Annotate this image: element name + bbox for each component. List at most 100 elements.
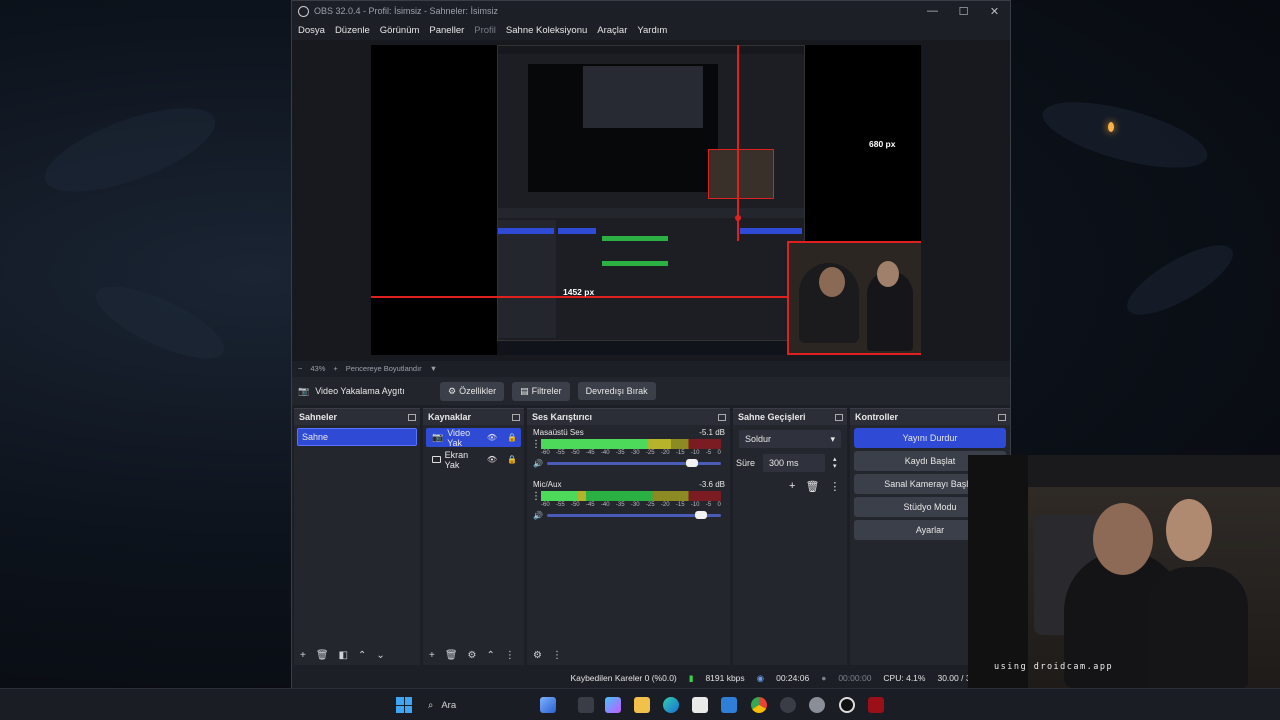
menu-file[interactable]: Dosya bbox=[298, 25, 325, 36]
mixer-settings-icon[interactable]: ⚙ bbox=[533, 650, 542, 661]
more-options-icon[interactable]: ⋮ bbox=[829, 480, 840, 493]
width-label: 1452 px bbox=[563, 287, 595, 297]
stop-streaming-button[interactable]: Yayını Durdur bbox=[854, 428, 1006, 448]
channel-name: Mic/Aux bbox=[533, 480, 562, 489]
start-button[interactable] bbox=[396, 697, 412, 713]
maximize-button[interactable]: ☐ bbox=[948, 5, 979, 18]
mixer-channel: Masaüstü Ses -5.1 dB ⋮ -60 -55 -50 -45 -40 -35… bbox=[527, 425, 730, 477]
more-options-icon[interactable]: ⋮ bbox=[531, 491, 541, 502]
volume-slider[interactable] bbox=[546, 459, 721, 467]
speaker-icon[interactable]: 🔊 bbox=[533, 459, 543, 468]
menu-edit[interactable]: Düzenle bbox=[335, 25, 370, 36]
minimize-button[interactable]: — bbox=[917, 5, 948, 18]
file-explorer-icon[interactable] bbox=[634, 697, 650, 713]
move-up-button[interactable]: ⌃ bbox=[358, 650, 366, 661]
widget-icon[interactable] bbox=[540, 697, 556, 713]
edge-icon[interactable] bbox=[663, 697, 679, 713]
menu-docks[interactable]: Paneller bbox=[429, 25, 464, 36]
tick-label: 0 bbox=[717, 450, 721, 456]
more-options-icon[interactable]: ⋮ bbox=[505, 650, 515, 661]
selected-source-box[interactable] bbox=[787, 241, 921, 355]
menu-profile[interactable]: Profil bbox=[474, 25, 496, 36]
tick-label: -15 bbox=[675, 502, 685, 508]
menu-help[interactable]: Yardım bbox=[637, 25, 667, 36]
gear-icon: ⚙ bbox=[448, 385, 457, 396]
menu-tools[interactable]: Araçlar bbox=[597, 25, 627, 36]
mail-icon[interactable] bbox=[721, 697, 737, 713]
volume-meter bbox=[541, 491, 721, 501]
add-source-button[interactable]: + bbox=[429, 650, 435, 661]
lock-icon[interactable]: 🔒 bbox=[507, 455, 517, 464]
more-options-icon[interactable]: ⋮ bbox=[531, 439, 541, 450]
droidcam-watermark: using droidcam.app bbox=[994, 662, 1114, 672]
add-scene-button[interactable]: + bbox=[300, 650, 306, 661]
properties-button[interactable]: ⚙ Özellikler bbox=[440, 381, 505, 401]
undock-icon[interactable] bbox=[512, 413, 520, 421]
move-down-button[interactable]: ⌄ bbox=[376, 650, 384, 661]
zoom-value: 43% bbox=[310, 363, 326, 373]
undock-icon[interactable] bbox=[408, 413, 416, 421]
record-icon: ● bbox=[821, 673, 827, 683]
title-bar: OBS 32.0.4 - Profil: İsimsiz - Sahneler:… bbox=[292, 1, 1010, 21]
add-transition-button[interactable]: + bbox=[789, 480, 795, 493]
close-button[interactable]: ✕ bbox=[979, 5, 1010, 18]
source-item[interactable]: Ekran Yak 👁 🔒 bbox=[426, 450, 521, 470]
visibility-eye-icon[interactable]: 👁 bbox=[487, 455, 497, 464]
scene-filters-button[interactable]: ◧ bbox=[339, 650, 348, 661]
settings-gear-icon[interactable] bbox=[809, 697, 825, 713]
deactivate-button[interactable]: Devredışı Bırak bbox=[577, 382, 656, 400]
remove-scene-button[interactable]: 🗑 bbox=[316, 650, 329, 661]
volume-slider[interactable] bbox=[546, 511, 721, 519]
tick-label: -30 bbox=[630, 502, 640, 508]
preview-area[interactable]: 680 px 1452 px bbox=[292, 40, 1010, 361]
remove-source-button[interactable]: 🗑 bbox=[445, 650, 458, 661]
channel-db: -3.6 dB bbox=[699, 480, 725, 489]
guide-handle bbox=[735, 215, 741, 221]
lock-icon[interactable]: 🔒 bbox=[507, 433, 517, 442]
speaker-icon[interactable]: 🔊 bbox=[533, 511, 543, 520]
visibility-eye-icon[interactable]: 👁 bbox=[487, 433, 497, 442]
task-view-icon[interactable] bbox=[578, 697, 594, 713]
move-up-button[interactable]: ⌃ bbox=[487, 650, 495, 661]
zoom-in-button[interactable]: + bbox=[333, 364, 337, 373]
tick-label: -45 bbox=[585, 450, 595, 456]
menu-view[interactable]: Görünüm bbox=[380, 25, 420, 36]
obs-taskbar-icon[interactable] bbox=[839, 697, 855, 713]
stepper-icon[interactable]: ▴ ▾ bbox=[833, 456, 837, 470]
menu-scene-collection[interactable]: Sahne Koleksiyonu bbox=[506, 25, 587, 36]
source-toolbar: 📷 Video Yakalama Aygıtı ⚙ Özellikler ▤ Fil… bbox=[292, 377, 1010, 405]
preview-canvas[interactable]: 680 px 1452 px bbox=[371, 45, 921, 355]
channel-name: Masaüstü Ses bbox=[533, 428, 584, 437]
duration-input[interactable]: 300 ms bbox=[763, 454, 826, 472]
tick-label: -50 bbox=[570, 502, 580, 508]
app-red-icon[interactable] bbox=[868, 697, 884, 713]
tick-label: -60 bbox=[541, 502, 550, 508]
search-placeholder: Ara bbox=[441, 699, 457, 711]
record-time: 00:00:00 bbox=[838, 673, 872, 683]
dropped-frames: Kaybedilen Kareler 0 (%0.0) bbox=[570, 673, 677, 683]
chrome-icon[interactable] bbox=[751, 697, 767, 713]
zoom-out-button[interactable]: − bbox=[298, 364, 302, 373]
undock-icon[interactable] bbox=[718, 413, 726, 421]
store-icon[interactable] bbox=[692, 697, 708, 713]
tick-label: 0 bbox=[717, 502, 721, 508]
tick-label: -60 bbox=[541, 450, 550, 456]
chevron-down-icon[interactable]: ▼ bbox=[430, 364, 437, 373]
meter-ticks: -60 -55 -50 -45 -40 -35 -30 -25 -20 -15 -10 -5 0 bbox=[541, 502, 721, 508]
zoom-mode-select[interactable]: Pencereye Boyutlandır bbox=[346, 364, 422, 373]
meter-ticks: -60 -55 -50 -45 -40 -35 -30 -25 -20 -15 -10 -5 0 bbox=[541, 450, 721, 456]
app-icon[interactable] bbox=[780, 697, 796, 713]
copilot-icon[interactable] bbox=[605, 697, 621, 713]
webcam-overlay: using droidcam.app bbox=[968, 455, 1280, 688]
remove-transition-button[interactable]: 🗑 bbox=[805, 480, 819, 493]
source-item[interactable]: 📷 Video Yak 👁 🔒 bbox=[426, 428, 521, 448]
undock-icon[interactable] bbox=[835, 413, 843, 421]
filter-icon: ▤ bbox=[520, 385, 529, 396]
scene-item[interactable]: Sahne bbox=[297, 428, 417, 446]
undock-icon[interactable] bbox=[998, 413, 1006, 421]
source-properties-button[interactable]: ⚙ bbox=[468, 650, 477, 661]
transition-select[interactable]: Soldur ▾ bbox=[739, 430, 841, 448]
more-options-icon[interactable]: ⋮ bbox=[552, 650, 562, 661]
filters-button[interactable]: ▤ Filtreler bbox=[512, 381, 570, 401]
mixer-channel: Mic/Aux -3.6 dB ⋮ -60 -55 -50 -45 -40 -35 -30 -2… bbox=[527, 477, 730, 529]
